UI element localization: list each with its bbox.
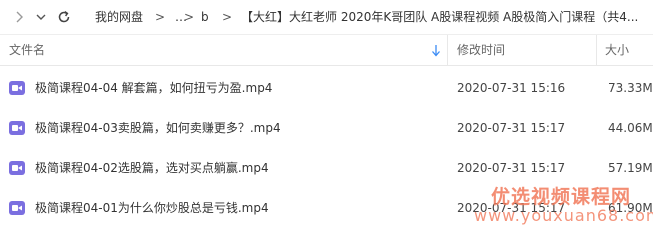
chevron-left-icon xyxy=(16,11,23,23)
file-size: 73.33MB xyxy=(608,81,653,95)
watermark-url: www.youxuan68.com xyxy=(474,206,653,225)
back-button[interactable] xyxy=(10,8,28,26)
file-size: 57.19MB xyxy=(608,161,653,175)
video-file-icon xyxy=(9,161,25,175)
refresh-button[interactable] xyxy=(55,8,73,26)
history-dropdown-button[interactable] xyxy=(32,8,50,26)
refresh-icon xyxy=(58,10,70,23)
file-name[interactable]: 极简课程04-04 解套篇，如何扭亏为盈.mp4 xyxy=(35,81,272,96)
breadcrumb-root[interactable]: 我的网盘 xyxy=(95,9,143,25)
column-header-modified[interactable]: 修改时间 xyxy=(457,43,505,58)
column-header-size[interactable]: 大小 xyxy=(605,43,629,58)
file-name[interactable]: 极简课程04-01为什么你炒股总是亏钱.mp4 xyxy=(35,201,269,216)
file-name[interactable]: 极简课程04-02选股篇，选对买点躺赢.mp4 xyxy=(35,161,269,176)
file-row[interactable]: 极简课程04-04 解套篇，如何扭亏为盈.mp4 2020-07-31 15:1… xyxy=(0,69,653,108)
file-row[interactable]: 极简课程04-02选股篇，选对买点躺赢.mp4 2020-07-31 15:17… xyxy=(0,149,653,188)
video-file-icon xyxy=(9,201,25,215)
navigation-bar: 我的网盘 > … > b > 【大红】大红老师 2020年K哥团队 A股课程视频… xyxy=(0,0,653,35)
watermark-title: 优选视频课程网 xyxy=(491,186,632,208)
sort-down-arrow-icon[interactable] xyxy=(431,44,441,57)
file-size: 44.06MB xyxy=(608,121,653,135)
breadcrumb-separator: > xyxy=(222,10,233,24)
column-header-name[interactable]: 文件名 xyxy=(9,43,45,58)
breadcrumb-separator: > xyxy=(184,10,195,24)
breadcrumb-current-folder: 【大红】大红老师 2020年K哥团队 A股课程视频 A股极简入门课程（共4... xyxy=(241,10,639,24)
file-modified-time: 2020-07-31 15:17 xyxy=(457,161,566,175)
breadcrumb-separator: > xyxy=(155,10,166,24)
breadcrumb-folder-b[interactable]: b xyxy=(201,9,209,25)
video-file-icon xyxy=(9,81,25,95)
file-name[interactable]: 极简课程04-03卖股篇，如何卖赚更多？.mp4 xyxy=(35,121,281,136)
file-list-header: 文件名 修改时间 大小 xyxy=(0,35,653,66)
file-modified-time: 2020-07-31 15:16 xyxy=(457,81,566,95)
column-divider[interactable] xyxy=(447,35,448,65)
file-modified-time: 2020-07-31 15:17 xyxy=(457,121,566,135)
chevron-down-icon xyxy=(36,14,46,20)
video-file-icon xyxy=(9,121,25,135)
column-divider[interactable] xyxy=(596,35,597,65)
file-row[interactable]: 极简课程04-03卖股篇，如何卖赚更多？.mp4 2020-07-31 15:1… xyxy=(0,109,653,148)
